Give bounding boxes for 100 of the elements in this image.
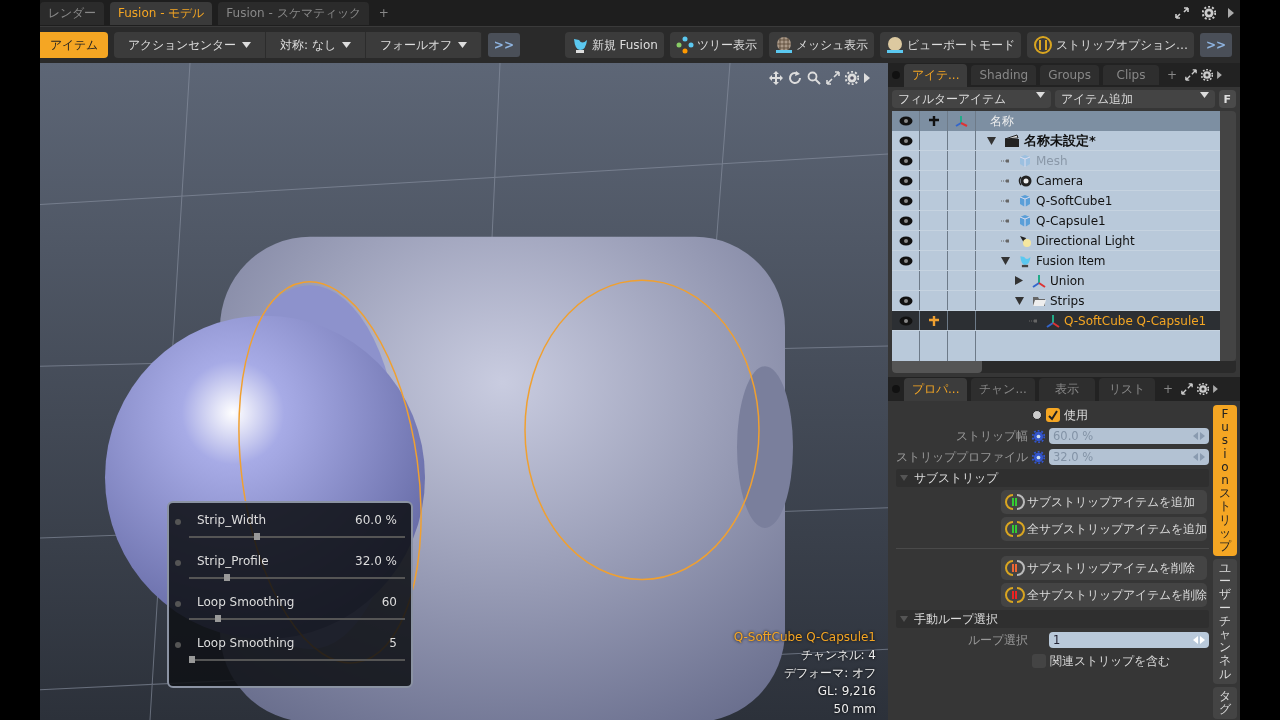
leaf-dot-icon[interactable] — [1000, 158, 1010, 163]
substrip-button[interactable]: 全サブストリップアイテムを追加 — [1001, 517, 1207, 541]
caret-icon[interactable] — [1212, 385, 1218, 393]
settings-icon[interactable] — [1196, 383, 1209, 395]
slider-handle[interactable] — [223, 574, 230, 581]
slider-handle[interactable] — [253, 533, 260, 540]
slider-handle[interactable] — [214, 615, 221, 622]
expand-arrow-icon[interactable] — [1014, 276, 1024, 285]
expand-icon[interactable] — [1174, 6, 1190, 20]
settings-icon[interactable] — [845, 71, 859, 85]
caret-icon[interactable] — [1228, 8, 1234, 18]
expand-icon[interactable] — [1180, 383, 1193, 395]
add-item-dropdown[interactable]: アイテム追加 — [1055, 90, 1215, 108]
leaf-dot-icon[interactable] — [1000, 238, 1010, 243]
side-tab[interactable]: タグ — [1213, 686, 1237, 720]
add-tab-button[interactable]: + — [1162, 382, 1173, 396]
layout-tab[interactable]: Fusion - モデル — [110, 1, 213, 25]
more-button[interactable]: >> — [1199, 33, 1232, 57]
outliner-row[interactable]: Fusion Item — [892, 251, 1220, 271]
field-label: ストリップ幅 — [955, 428, 1028, 444]
eye-icon[interactable] — [898, 155, 913, 166]
toolbar-dropdown[interactable]: アクションセンター — [114, 32, 266, 58]
caret-icon — [341, 42, 351, 48]
caret-icon — [1199, 92, 1209, 98]
more-button[interactable]: >> — [487, 33, 520, 57]
settings-icon[interactable] — [1202, 6, 1216, 20]
settings-icon[interactable] — [1201, 69, 1214, 81]
rotate-icon[interactable] — [788, 71, 802, 85]
item-mode-button[interactable]: アイテム — [40, 32, 108, 58]
eye-icon[interactable] — [898, 255, 913, 266]
gear-icon[interactable] — [1032, 429, 1045, 443]
expand-icon[interactable] — [1185, 69, 1198, 81]
camera-icon — [1018, 173, 1032, 188]
panel-tab[interactable]: Clips — [1103, 65, 1159, 85]
substrip-button[interactable]: サブストリップアイテムを追加 — [1001, 490, 1207, 514]
leaf-dot-icon[interactable] — [1028, 318, 1038, 323]
outliner-row[interactable]: Directional Light — [892, 231, 1220, 251]
checkbox[interactable] — [1046, 408, 1060, 422]
slider-track[interactable] — [189, 615, 405, 622]
outliner-row[interactable]: Q-Capsule1 — [892, 211, 1220, 231]
add-tab-button[interactable]: + — [374, 6, 393, 20]
panel-tab[interactable]: Shading — [971, 65, 1037, 85]
outliner-row[interactable]: Q-SoftCube1 — [892, 191, 1220, 211]
leaf-dot-icon[interactable] — [1000, 178, 1010, 183]
lock-cross-icon[interactable] — [927, 115, 940, 127]
toolbar-dropdown[interactable]: 対称: なし — [266, 32, 366, 58]
side-tab[interactable]: Fusion ストリップ — [1213, 405, 1237, 557]
toolbar-button[interactable]: メッシュ表示 — [768, 32, 874, 58]
slider-track[interactable] — [189, 656, 405, 663]
eye-icon[interactable] — [898, 315, 913, 326]
caret-icon[interactable] — [864, 73, 870, 83]
toolbar-button[interactable]: ストリップオプション… — [1026, 32, 1194, 58]
substrip-button[interactable]: サブストリップアイテムを削除 — [1001, 556, 1207, 580]
outliner-row[interactable]: Q-SoftCube Q-Capsule1 — [892, 311, 1220, 331]
outliner-row[interactable]: Union — [892, 271, 1220, 291]
toolbar-dropdown[interactable]: フォールオフ — [365, 32, 482, 58]
expand-arrow-icon[interactable] — [1000, 256, 1010, 265]
caret-icon[interactable] — [1217, 71, 1223, 79]
eye-icon[interactable] — [898, 195, 913, 206]
gear-icon[interactable] — [1032, 450, 1045, 464]
search-icon[interactable] — [807, 71, 821, 85]
outliner-row[interactable]: 名称未設定* — [892, 131, 1220, 151]
expand-arrow-icon[interactable] — [1014, 296, 1024, 305]
panel-tab[interactable]: プロパ... — [904, 377, 968, 401]
panel-tab[interactable]: リスト — [1098, 377, 1155, 401]
section-header[interactable]: サブストリップ — [896, 469, 1209, 487]
add-tab-button[interactable]: + — [1167, 68, 1178, 82]
eye-icon[interactable] — [898, 175, 913, 186]
expand-arrow-icon[interactable] — [986, 136, 996, 145]
layout-tab[interactable]: Fusion - スケマティック — [218, 1, 369, 25]
leaf-dot-icon[interactable] — [1000, 198, 1010, 203]
substrip-button[interactable]: 全サブストリップアイテムを削除 — [1001, 583, 1207, 607]
side-tab[interactable]: ユーザーチャンネル — [1213, 559, 1237, 684]
filter-button[interactable]: F — [1218, 90, 1236, 108]
move-icon[interactable] — [769, 71, 783, 85]
toolbar-button[interactable]: ツリー表示 — [669, 32, 763, 58]
panel-tab[interactable]: Groups — [1040, 65, 1099, 85]
radio-button[interactable] — [1032, 410, 1042, 420]
toolbar-button[interactable]: 新規 Fusion — [564, 32, 664, 58]
value-field[interactable]: 1 — [1049, 632, 1209, 648]
scrollbar-thumb[interactable] — [892, 361, 982, 373]
toolbar-button[interactable]: ビューポートモード — [879, 32, 1021, 58]
filter-dropdown[interactable]: フィルターアイテム — [892, 90, 1052, 108]
slider-value: 60.0 % — [355, 513, 397, 527]
layout-tab[interactable]: レンダー — [40, 1, 104, 25]
eye-icon[interactable] — [898, 295, 913, 306]
outliner-row[interactable]: Camera — [892, 171, 1220, 191]
eye-icon[interactable] — [898, 235, 913, 246]
slider-handle[interactable] — [189, 656, 195, 663]
section-header[interactable]: 手動ループ選択 — [896, 610, 1209, 628]
leaf-dot-icon[interactable] — [1000, 218, 1010, 223]
panel-tab[interactable]: アイテ... — [904, 63, 968, 87]
slider-value: 5 — [389, 636, 397, 650]
panel-tab[interactable]: チャン... — [971, 377, 1035, 401]
dot-icon — [175, 560, 181, 566]
eye-icon[interactable] — [898, 215, 913, 226]
eye-icon[interactable] — [898, 116, 913, 126]
scrollbar[interactable] — [1220, 111, 1236, 361]
panel-tab[interactable]: 表示 — [1038, 377, 1095, 401]
eye-icon[interactable] — [898, 135, 913, 146]
